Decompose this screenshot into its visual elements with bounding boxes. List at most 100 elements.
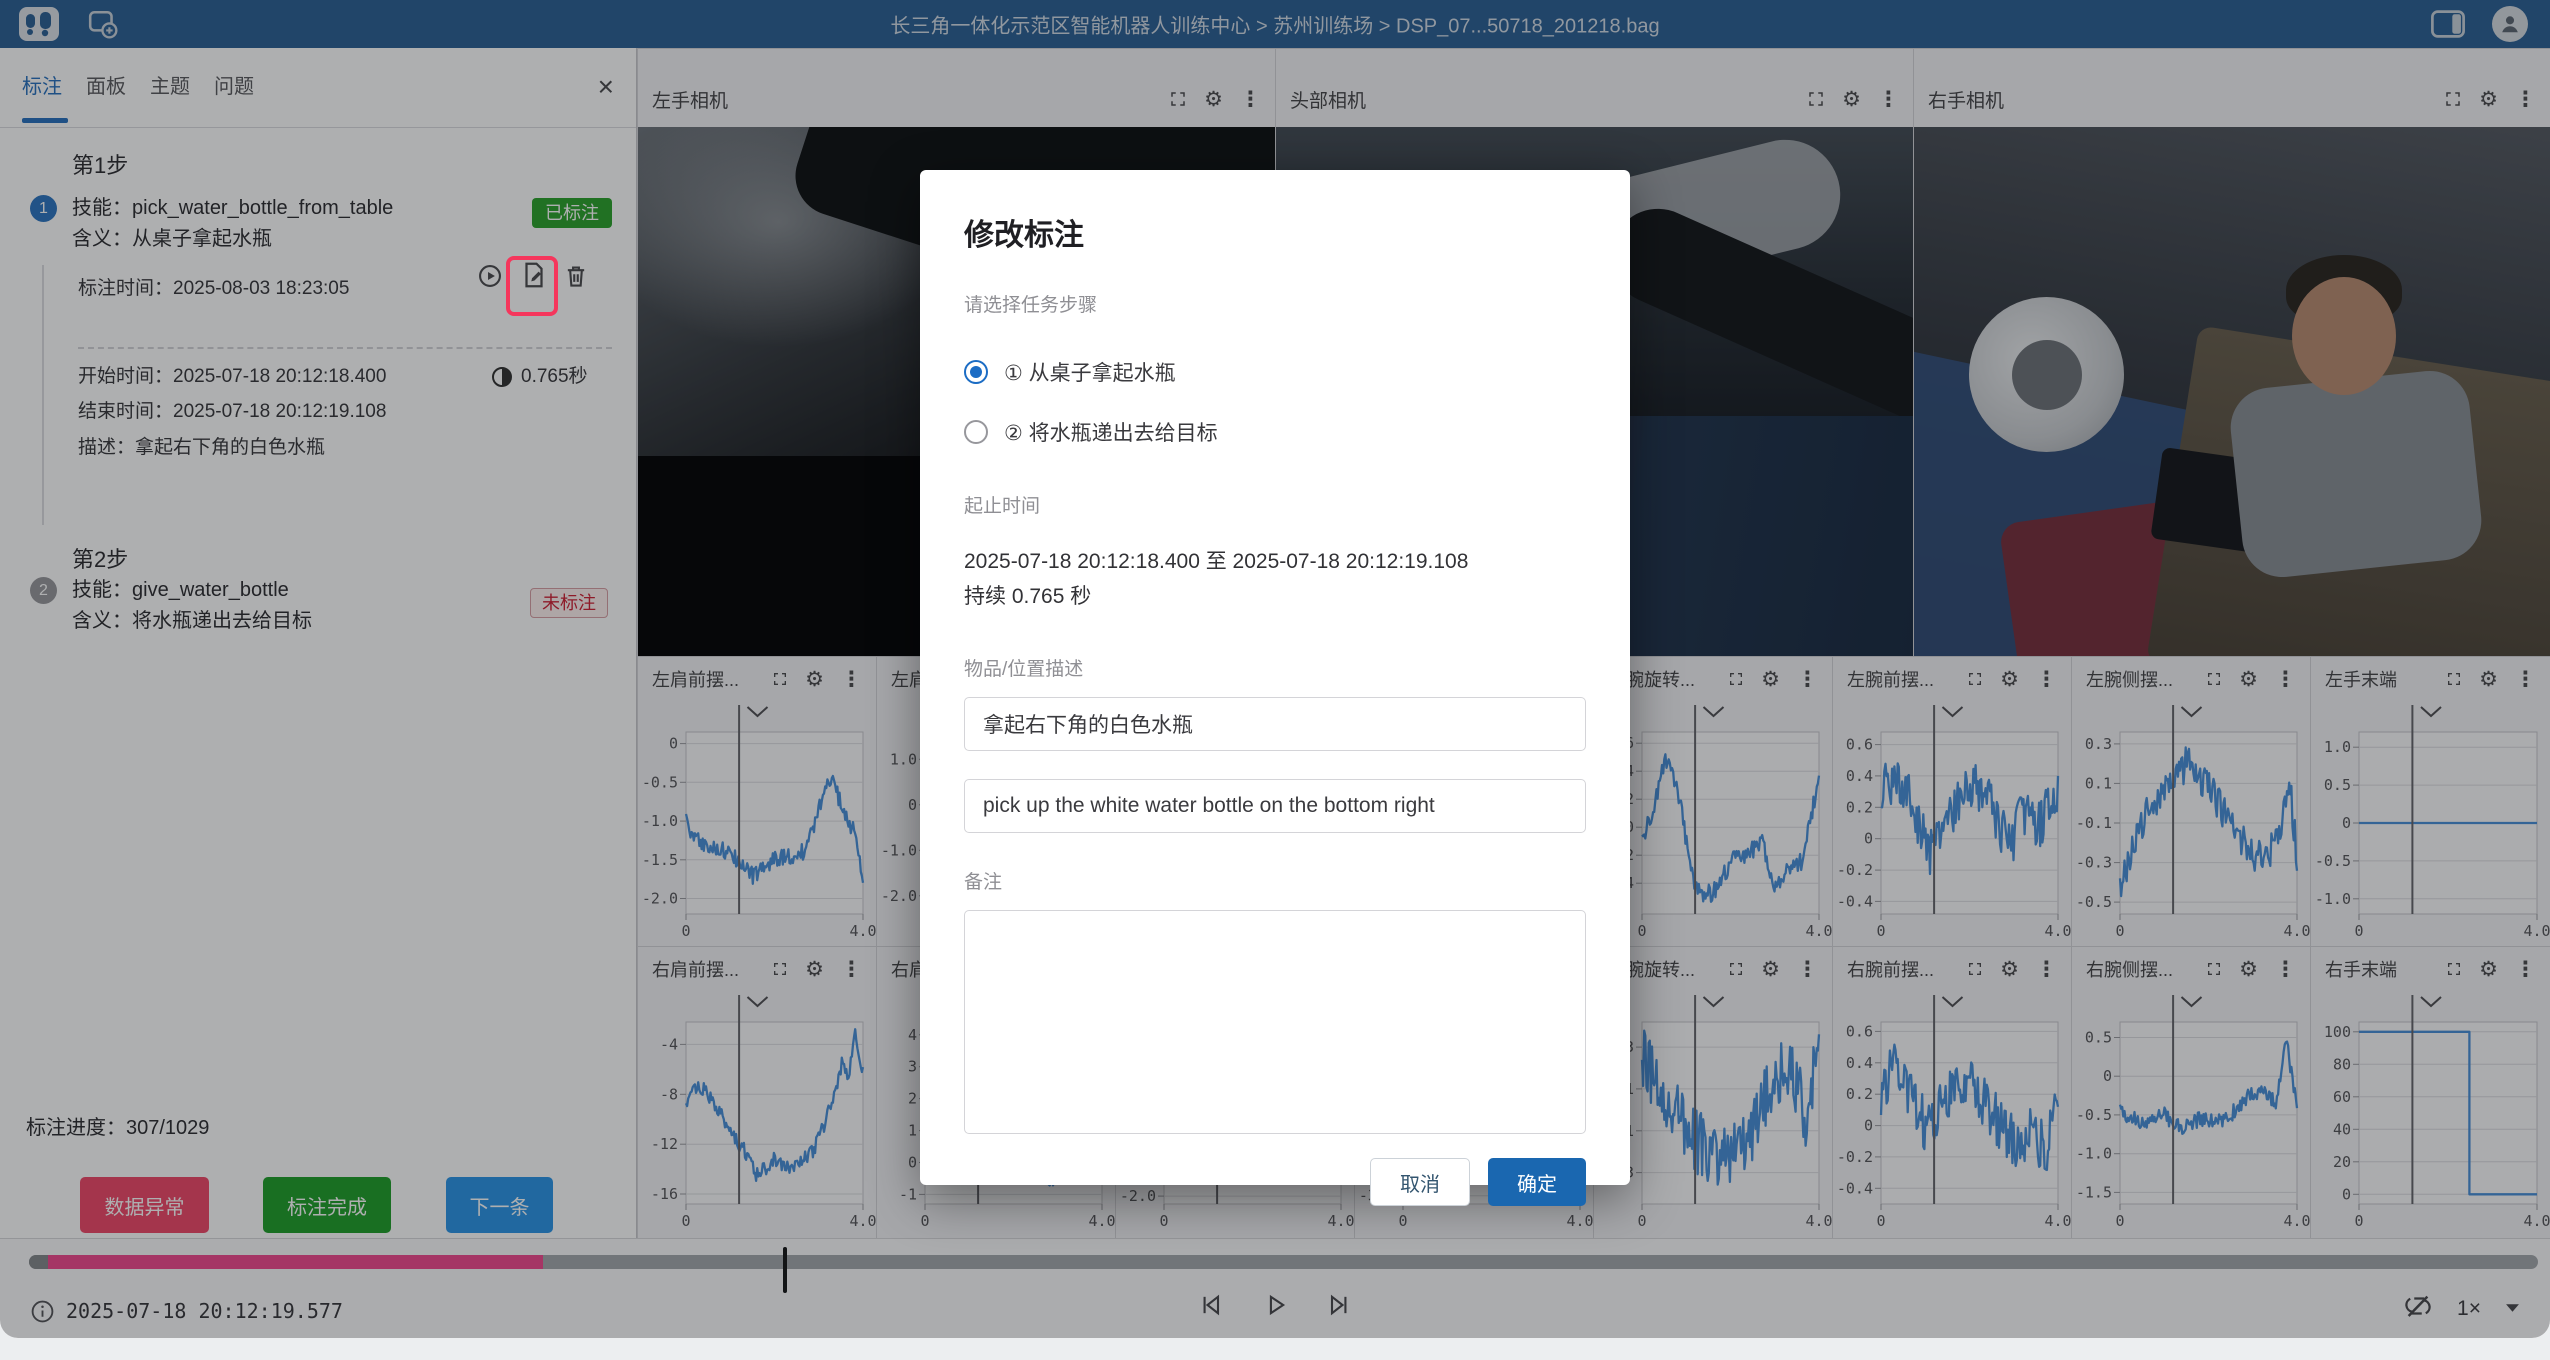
fullscreen-icon[interactable] — [2444, 90, 2462, 108]
y-tick-label: 0 — [2103, 1067, 2112, 1085]
chart-panel-title: 左腕前摆... — [1847, 666, 1934, 692]
kebab-menu-icon[interactable]: ⋮ — [2275, 959, 2296, 980]
fullscreen-icon[interactable] — [1728, 961, 1744, 977]
chart-plot[interactable]: 0-0.5-1.0-1.5-2.004.0 — [638, 701, 876, 946]
seek-backward-button[interactable] — [1197, 1291, 1225, 1324]
gear-icon[interactable]: ⚙ — [805, 669, 824, 690]
fullscreen-icon[interactable] — [1967, 671, 1983, 687]
chevron-down-icon[interactable] — [748, 997, 768, 1006]
chevron-down-icon[interactable] — [2182, 707, 2202, 716]
kebab-menu-icon[interactable]: ⋮ — [1878, 89, 1899, 110]
chart-panel-r2c6: 右腕前摆...⚙⋮0.60.40.20-0.2-0.404.0 — [1832, 946, 2071, 1238]
timeline-playhead[interactable] — [783, 1247, 787, 1293]
radio-selected-icon[interactable] — [964, 360, 988, 384]
kebab-menu-icon[interactable]: ⋮ — [2515, 669, 2536, 690]
fullscreen-icon[interactable] — [1807, 90, 1825, 108]
gear-icon[interactable]: ⚙ — [2479, 959, 2498, 980]
gear-icon[interactable]: ⚙ — [2479, 669, 2498, 690]
task-step-option-1[interactable]: ① 从桌子拿起水瓶 — [964, 357, 1586, 387]
step1-desc-label: 描述： — [78, 437, 135, 458]
close-sidebar-icon[interactable]: × — [598, 72, 614, 102]
user-avatar[interactable] — [2492, 6, 2528, 42]
kebab-menu-icon[interactable]: ⋮ — [841, 959, 862, 980]
fullscreen-icon[interactable] — [772, 961, 788, 977]
y-tick-label: 80 — [2333, 1055, 2351, 1073]
breadcrumb[interactable]: 长三角一体化示范区智能机器人训练中心 > 苏州训练场 > DSP_07...50… — [890, 10, 1659, 39]
chart-plot[interactable]: 10080604020004.0 — [2311, 991, 2550, 1237]
kebab-menu-icon[interactable]: ⋮ — [1797, 959, 1818, 980]
gear-icon[interactable]: ⚙ — [805, 959, 824, 980]
chart-plot[interactable]: 0.60.40.20-0.2-0.404.0 — [1833, 701, 2071, 946]
data-abnormal-button[interactable]: 数据异常 — [80, 1177, 209, 1233]
chevron-down-icon[interactable] — [1704, 707, 1724, 716]
chevron-down-icon[interactable] — [1943, 707, 1963, 716]
kebab-menu-icon[interactable]: ⋮ — [1240, 89, 1261, 110]
chart-panel-title: 左手末端 — [2325, 666, 2397, 692]
fullscreen-icon[interactable] — [1967, 961, 1983, 977]
replay-segment-icon[interactable] — [476, 262, 504, 290]
gear-icon[interactable]: ⚙ — [1842, 89, 1861, 110]
cancel-button[interactable]: 取消 — [1370, 1158, 1470, 1206]
fullscreen-icon[interactable] — [772, 671, 788, 687]
gear-icon[interactable]: ⚙ — [2000, 669, 2019, 690]
fullscreen-icon[interactable] — [1728, 671, 1744, 687]
kebab-menu-icon[interactable]: ⋮ — [2275, 669, 2296, 690]
kebab-menu-icon[interactable]: ⋮ — [2515, 959, 2536, 980]
chevron-down-icon[interactable] — [748, 707, 768, 716]
task-step-option-2[interactable]: ② 将水瓶递出去给目标 — [964, 417, 1586, 447]
add-panel-icon[interactable] — [86, 8, 120, 40]
annotation-complete-button[interactable]: 标注完成 — [263, 1177, 391, 1233]
chevron-down-icon[interactable] — [1704, 997, 1724, 1006]
chart-plot[interactable]: -4-8-12-1604.0 — [638, 991, 876, 1237]
next-item-button[interactable]: 下一条 — [446, 1177, 553, 1233]
delete-annotation-icon[interactable] — [562, 262, 590, 290]
gear-icon[interactable]: ⚙ — [1761, 959, 1780, 980]
gear-icon[interactable]: ⚙ — [2239, 959, 2258, 980]
fullscreen-icon[interactable] — [2446, 671, 2462, 687]
gear-icon[interactable]: ⚙ — [2000, 959, 2019, 980]
y-tick-label: -0.2 — [1837, 861, 1873, 879]
tab-annotation[interactable]: 标注 — [22, 48, 62, 126]
tab-panels[interactable]: 面板 — [86, 48, 126, 126]
progress-label: 标注进度： — [26, 1117, 126, 1139]
gear-icon[interactable]: ⚙ — [2479, 89, 2498, 110]
radio-unselected-icon[interactable] — [964, 420, 988, 444]
chart-plot[interactable]: 0.30.1-0.1-0.3-0.504.0 — [2072, 701, 2310, 946]
timeline-track[interactable] — [29, 1255, 2538, 1269]
kebab-menu-icon[interactable]: ⋮ — [841, 669, 862, 690]
chart-plot[interactable]: 1.00.50-0.5-1.004.0 — [2311, 701, 2550, 946]
play-button[interactable] — [1261, 1291, 1289, 1324]
chart-plot[interactable]: 0.60.40.20-0.2-0.404.0 — [1833, 991, 2071, 1237]
kebab-menu-icon[interactable]: ⋮ — [1797, 669, 1818, 690]
loop-off-icon[interactable] — [2403, 1291, 2433, 1326]
note-textarea[interactable] — [964, 910, 1586, 1134]
tab-issues[interactable]: 问题 — [214, 48, 254, 126]
gear-icon[interactable]: ⚙ — [1761, 669, 1780, 690]
gear-icon[interactable]: ⚙ — [2239, 669, 2258, 690]
chart-plot[interactable]: 0.50-0.5-1.0-1.504.0 — [2072, 991, 2310, 1237]
chevron-down-icon[interactable] — [2421, 707, 2441, 716]
desc-en-input[interactable] — [964, 779, 1586, 833]
confirm-button[interactable]: 确定 — [1488, 1158, 1586, 1206]
gear-icon[interactable]: ⚙ — [1204, 89, 1223, 110]
kebab-menu-icon[interactable]: ⋮ — [2036, 959, 2057, 980]
tab-topics[interactable]: 主题 — [150, 48, 190, 126]
y-tick-label: 0 — [908, 796, 917, 814]
chevron-down-icon[interactable] — [2421, 997, 2441, 1006]
fullscreen-icon[interactable] — [2446, 961, 2462, 977]
chevron-down-icon[interactable] — [2182, 997, 2202, 1006]
chart-panel-r1c6: 左腕前摆... ⚙ ⋮ 0.60.40.20-0.2-0.404.0 — [1832, 656, 2071, 946]
seek-forward-button[interactable] — [1325, 1291, 1353, 1324]
app-logo-icon[interactable] — [18, 6, 60, 42]
kebab-menu-icon[interactable]: ⋮ — [2515, 89, 2536, 110]
fullscreen-icon[interactable] — [2206, 671, 2222, 687]
speed-dropdown-caret-icon[interactable] — [2505, 1300, 2520, 1318]
desc-cn-input[interactable] — [964, 697, 1586, 751]
chevron-down-icon[interactable] — [1943, 997, 1963, 1006]
kebab-menu-icon[interactable]: ⋮ — [2036, 669, 2057, 690]
step1-annotated-value: 2025-08-03 18:23:05 — [173, 278, 349, 299]
playback-speed[interactable]: 1× — [2457, 1297, 2481, 1321]
fullscreen-icon[interactable] — [2206, 961, 2222, 977]
fullscreen-icon[interactable] — [1169, 90, 1187, 108]
layout-toggle-icon[interactable] — [2430, 10, 2466, 38]
